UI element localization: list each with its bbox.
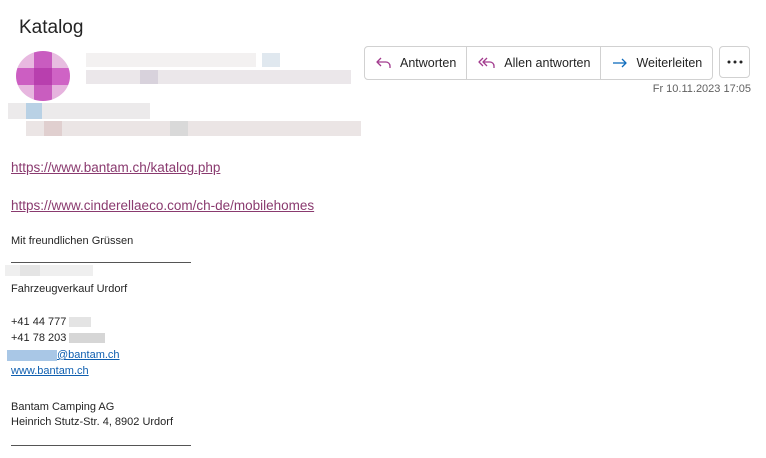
company-address: Heinrich Stutz-Str. 4, 8902 Urdorf xyxy=(11,416,174,428)
forward-label: Weiterleiten xyxy=(636,56,703,70)
reply-label: Antworten xyxy=(400,56,457,70)
phone-2: +41 78 203 xyxy=(11,332,106,344)
email-link[interactable]: @bantam.ch xyxy=(57,349,120,361)
reply-button[interactable]: Antworten xyxy=(365,47,468,79)
subject-title: Katalog xyxy=(19,17,84,38)
phone-1-text: +41 44 777 xyxy=(11,316,70,328)
department: Fahrzeugverkauf Urdorf xyxy=(11,283,128,295)
forward-button[interactable]: Weiterleiten xyxy=(601,47,712,79)
greeting: Mit freundlichen Grüssen xyxy=(11,235,134,247)
reply-all-icon xyxy=(478,57,495,68)
forward-icon xyxy=(613,58,628,68)
signature-bottom-divider xyxy=(11,445,191,446)
more-actions-button[interactable] xyxy=(719,46,750,78)
message-date: Fr 10.11.2023 17:05 xyxy=(652,83,751,95)
reply-all-label: Allen antworten xyxy=(504,56,591,70)
signature-divider xyxy=(11,262,191,263)
sender-avatar[interactable] xyxy=(16,51,70,101)
email: @bantam.ch xyxy=(7,349,120,361)
website-link[interactable]: www.bantam.ch xyxy=(11,365,89,377)
more-icon xyxy=(727,60,742,64)
message-actions: Antworten Allen antworten Weiterleiten xyxy=(364,46,714,80)
company-name: Bantam Camping AG xyxy=(11,401,115,413)
mobilehomes-link[interactable]: https://www.cinderellaeco.com/ch-de/mobi… xyxy=(11,198,314,213)
phone-2-text: +41 78 203 xyxy=(11,332,70,344)
reply-all-button[interactable]: Allen antworten xyxy=(467,47,602,79)
reply-icon xyxy=(376,57,391,68)
catalog-link[interactable]: https://www.bantam.ch/katalog.php xyxy=(11,160,220,175)
phone-1: +41 44 777 xyxy=(11,316,92,328)
